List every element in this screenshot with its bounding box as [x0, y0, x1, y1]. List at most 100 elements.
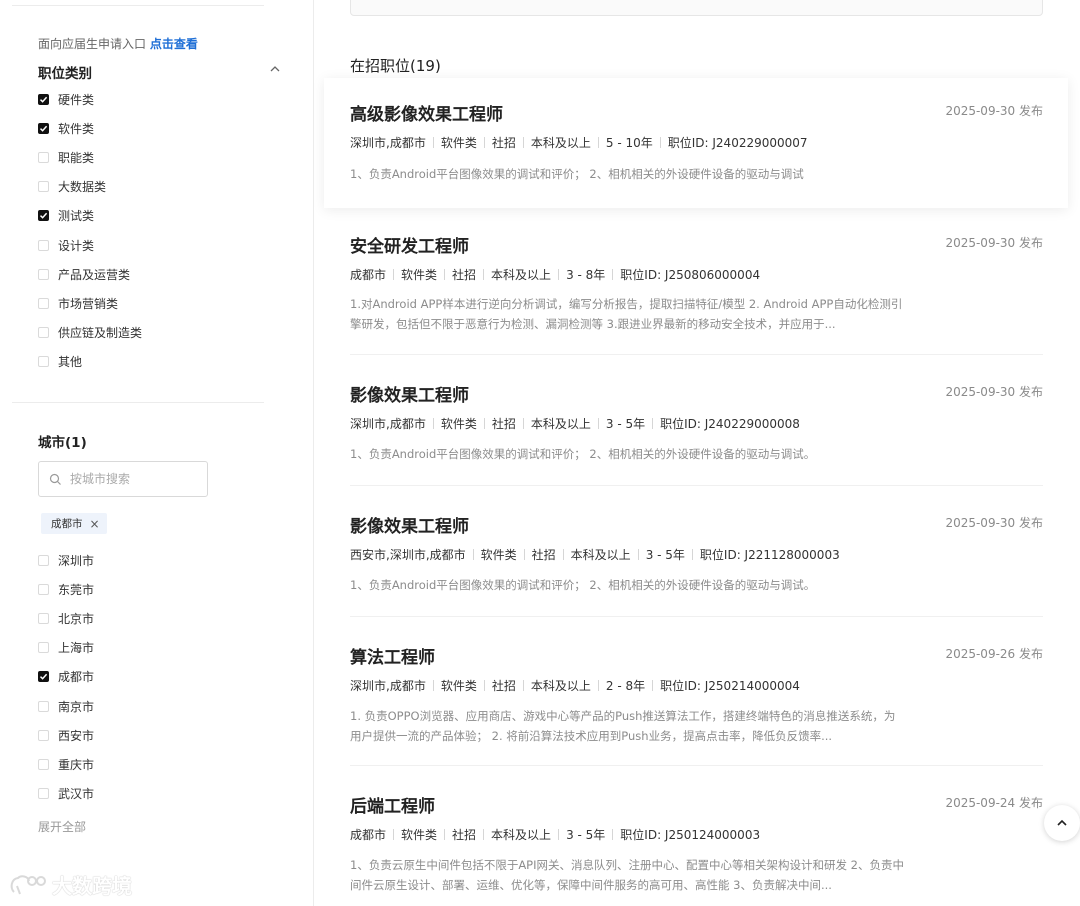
job-meta-item: 社招	[491, 417, 516, 431]
city-option[interactable]: 东莞市	[38, 581, 94, 597]
category-option[interactable]: 供应链及制造类	[38, 325, 142, 341]
checkbox[interactable]	[38, 327, 49, 339]
divider	[350, 765, 1043, 766]
category-option[interactable]: 硬件类	[38, 91, 94, 107]
checkbox[interactable]	[38, 671, 49, 683]
category-option[interactable]: 产品及运营类	[38, 266, 130, 282]
category-option-label: 设计类	[58, 238, 95, 253]
city-option[interactable]: 武汉市	[38, 786, 94, 802]
job-meta-item: 职位ID: J240229000007	[667, 136, 808, 150]
check-icon	[39, 673, 48, 681]
job-card[interactable]: 影像效果工程师 2025-09-30 发布 西安市,深圳市,成都市 软件类 社招 本科及以…	[350, 509, 1043, 617]
checkbox[interactable]	[38, 788, 49, 800]
category-option-label: 职能类	[58, 150, 95, 165]
close-icon[interactable]: ×	[90, 517, 100, 531]
job-title[interactable]: 算法工程师	[350, 643, 435, 668]
city-option[interactable]: 成都市	[38, 669, 94, 685]
category-option[interactable]: 测试类	[38, 208, 94, 224]
checkbox[interactable]	[38, 268, 49, 280]
checkbox[interactable]	[38, 758, 49, 770]
job-card[interactable]: 后端工程师 2025-09-24 发布 成都市 软件类 社招 本科及以上 3 - 5年 职位I…	[350, 789, 1043, 906]
top-search-bar[interactable]	[350, 0, 1043, 16]
checkbox[interactable]	[38, 151, 49, 163]
checkbox[interactable]	[38, 122, 49, 134]
city-option[interactable]: 北京市	[38, 610, 94, 626]
job-meta-item: 本科及以上	[530, 417, 591, 431]
job-title[interactable]: 后端工程师	[350, 792, 435, 817]
checkbox[interactable]	[38, 729, 49, 741]
category-option[interactable]: 职能类	[38, 149, 94, 165]
job-card[interactable]: 算法工程师 2025-09-26 发布 深圳市,成都市 软件类 社招 本科及以上 2 - 8…	[350, 640, 1043, 766]
job-publish-date: 2025-09-30 发布	[945, 236, 1043, 250]
checkbox[interactable]	[38, 583, 49, 595]
meta-separator	[597, 680, 599, 691]
divider	[350, 354, 1043, 355]
city-search-box[interactable]	[38, 461, 208, 497]
check-icon	[39, 96, 48, 103]
meta-separator	[483, 137, 485, 148]
job-meta: 深圳市,成都市 软件类 社招 本科及以上 2 - 8年 职位ID: J2502140000…	[350, 677, 800, 694]
city-option[interactable]: 深圳市	[38, 552, 94, 568]
meta-separator	[691, 549, 693, 560]
job-card[interactable]: 影像效果工程师 2025-09-30 发布深圳市,成都市 软件类 社招 本科及以上 3 -…	[350, 378, 1043, 486]
checkbox[interactable]	[38, 239, 49, 251]
category-option[interactable]: 设计类	[38, 237, 94, 253]
meta-separator	[483, 829, 485, 840]
meta-separator	[522, 680, 524, 691]
checkbox[interactable]	[38, 612, 49, 624]
job-title[interactable]: 高级影像效果工程师	[350, 100, 503, 125]
watermark-logo-icon	[10, 874, 46, 894]
job-meta-item: 社招	[491, 136, 516, 150]
job-meta: 西安市,深圳市,成都市 软件类 社招 本科及以上 3 - 5年 职位ID: J221128…	[350, 546, 840, 563]
job-card[interactable]: 安全研发工程师 2025-09-30 发布 成都市 软件类 社招 本科及以上 3 - 8年职…	[350, 229, 1043, 355]
job-meta-item: 社招	[531, 548, 556, 562]
expand-all-link[interactable]: 展开全部	[38, 818, 86, 835]
category-option[interactable]: 软件类	[38, 120, 94, 136]
city-option[interactable]: 西安市	[38, 727, 94, 743]
checkbox[interactable]	[38, 93, 49, 105]
checkbox[interactable]	[38, 181, 49, 193]
job-meta-item: 西安市,深圳市,成都市	[350, 548, 466, 562]
checkbox[interactable]	[38, 356, 49, 368]
category-option-label: 硬件类	[58, 92, 95, 107]
selected-city-tag: 成都市 ×	[41, 513, 107, 534]
city-option[interactable]: 上海市	[38, 640, 94, 656]
job-meta: 深圳市,成都市 软件类 社招 本科及以上 3 - 5年 职位ID: J2402290000…	[350, 415, 800, 432]
checkbox[interactable]	[38, 700, 49, 712]
city-search-input[interactable]	[68, 471, 202, 487]
watermark-text: 大数跨境	[52, 874, 132, 898]
job-title[interactable]: 影像效果工程师	[350, 381, 469, 406]
category-option-label: 软件类	[58, 121, 95, 136]
city-option-label: 成都市	[58, 670, 95, 685]
category-option-label: 产品及运营类	[58, 267, 131, 282]
meta-separator	[483, 269, 485, 280]
chevron-up-icon[interactable]	[268, 62, 282, 76]
job-title[interactable]: 影像效果工程师	[350, 512, 469, 537]
meta-separator	[432, 418, 434, 429]
job-list-panel: 在招职位(19) 高级影像效果工程师 2025-09-30 发布 深圳市,成都市 软件…	[314, 0, 1080, 906]
category-option-label: 其他	[58, 355, 83, 370]
job-title[interactable]: 安全研发工程师	[350, 232, 469, 257]
meta-separator	[523, 549, 525, 560]
category-option[interactable]: 市场营销类	[38, 295, 118, 311]
category-option[interactable]: 大数据类	[38, 179, 106, 195]
checkbox[interactable]	[38, 554, 49, 566]
graduate-entry-link[interactable]: 点击查看	[150, 37, 198, 51]
job-card[interactable]: 高级影像效果工程师 2025-09-30 发布 深圳市,成都市 软件类 社招 本科及以上 5…	[324, 78, 1068, 208]
checkbox[interactable]	[38, 210, 49, 222]
meta-separator	[558, 829, 560, 840]
job-meta-item: 职位ID: J240229000008	[660, 417, 800, 431]
city-option[interactable]: 南京市	[38, 698, 94, 714]
category-option-label: 大数据类	[58, 180, 107, 195]
checkbox[interactable]	[38, 297, 49, 309]
meta-separator	[659, 137, 661, 148]
filter-sidebar: 面向应届生申请入口 点击查看 职位类别 硬件类 软件类 职能类 大数据类 测试类 设计类产…	[0, 0, 314, 906]
job-publish-date: 2025-09-30 发布	[945, 385, 1043, 399]
graduate-entry: 面向应届生申请入口 点击查看	[38, 35, 198, 52]
job-meta-item: 深圳市,成都市	[350, 417, 426, 431]
category-option[interactable]: 其他	[38, 354, 82, 370]
city-option[interactable]: 重庆市	[38, 756, 94, 772]
checkbox[interactable]	[38, 642, 49, 654]
scroll-to-top-button[interactable]	[1044, 805, 1080, 841]
job-meta-item: 成都市	[350, 828, 387, 842]
